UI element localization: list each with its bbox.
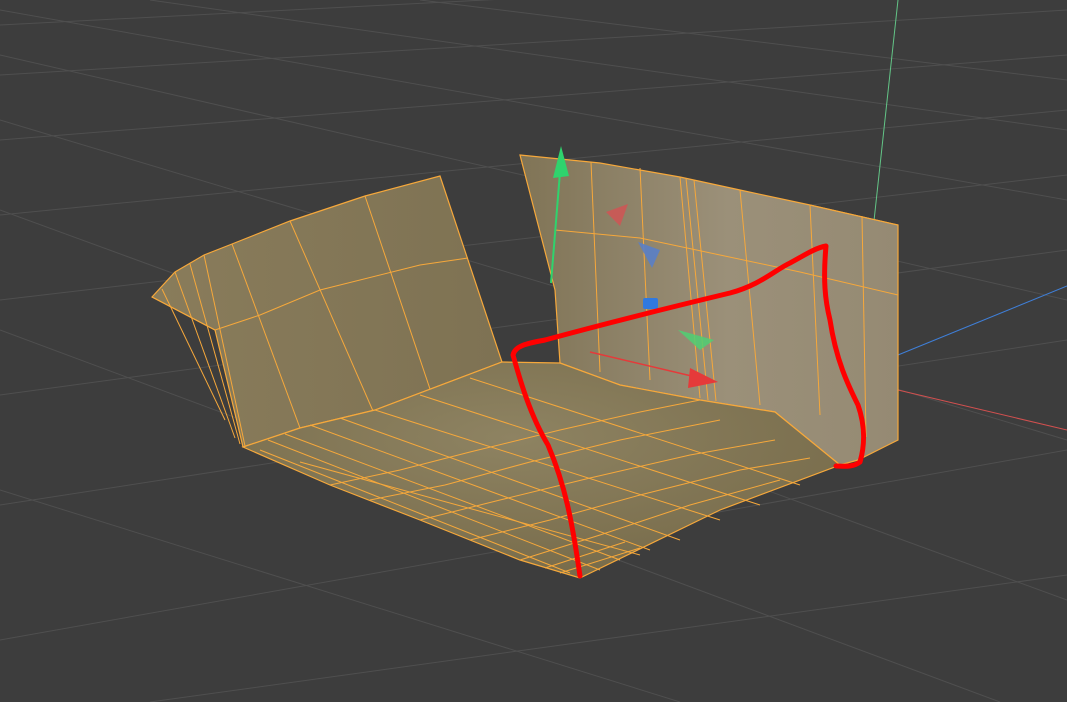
gizmo-z-handle[interactable] [643, 298, 658, 309]
world-x-axis-line [897, 389, 1067, 431]
world-z-axis-line [897, 285, 1067, 356]
3d-viewport[interactable] [0, 0, 1067, 702]
selected-mesh[interactable] [151, 154, 899, 579]
viewport-canvas[interactable] [0, 0, 1067, 702]
